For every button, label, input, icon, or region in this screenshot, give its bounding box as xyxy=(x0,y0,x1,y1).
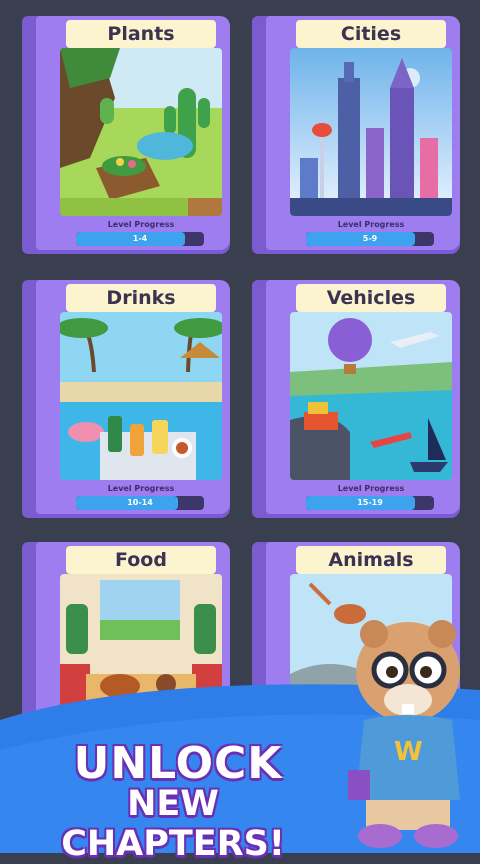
level-progress-label: Level Progress xyxy=(337,220,405,229)
level-progress-bar: 1-4 xyxy=(76,232,204,246)
level-range: 15-19 xyxy=(357,498,383,507)
chapter-title: Vehicles xyxy=(296,284,446,312)
chapter-title: Cities xyxy=(296,20,446,48)
chapter-book-vehicles[interactable]: Vehicles Level Progress 15-19 xyxy=(252,280,460,518)
level-progress-label: Level Progress xyxy=(107,220,175,229)
level-range: 10-14 xyxy=(127,498,153,507)
level-progress-bar: 15-19 xyxy=(306,496,434,510)
plants-illustration xyxy=(60,48,222,216)
hamster-mascot: W xyxy=(330,600,480,853)
chapter-book-plants[interactable]: Plants Level Progress 1-4 xyxy=(22,16,230,254)
level-progress-bar: 10-14 xyxy=(76,496,204,510)
svg-text:W: W xyxy=(394,737,423,767)
cities-illustration xyxy=(290,48,452,216)
drinks-illustration xyxy=(60,312,222,480)
promo-headline-line2: NEW CHAPTERS! xyxy=(61,784,285,864)
promo-headline-line1: UNLOCK xyxy=(73,738,283,789)
level-progress-bar: 5-9 xyxy=(306,232,434,246)
level-progress-label: Level Progress xyxy=(107,484,175,493)
chapter-title: Drinks xyxy=(66,284,216,312)
level-progress-label: Level Progress xyxy=(337,484,405,493)
chapter-book-cities[interactable]: Cities Level Progress 5-9 xyxy=(252,16,460,254)
vehicles-illustration xyxy=(290,312,452,480)
level-range: 1-4 xyxy=(132,234,148,243)
level-range: 5-9 xyxy=(362,234,378,243)
chapter-title: Animals xyxy=(296,546,446,574)
chapter-title: Plants xyxy=(66,20,216,48)
chapter-book-drinks[interactable]: Drinks Level Progress 10-14 xyxy=(22,280,230,518)
chapter-title: Food xyxy=(66,546,216,574)
